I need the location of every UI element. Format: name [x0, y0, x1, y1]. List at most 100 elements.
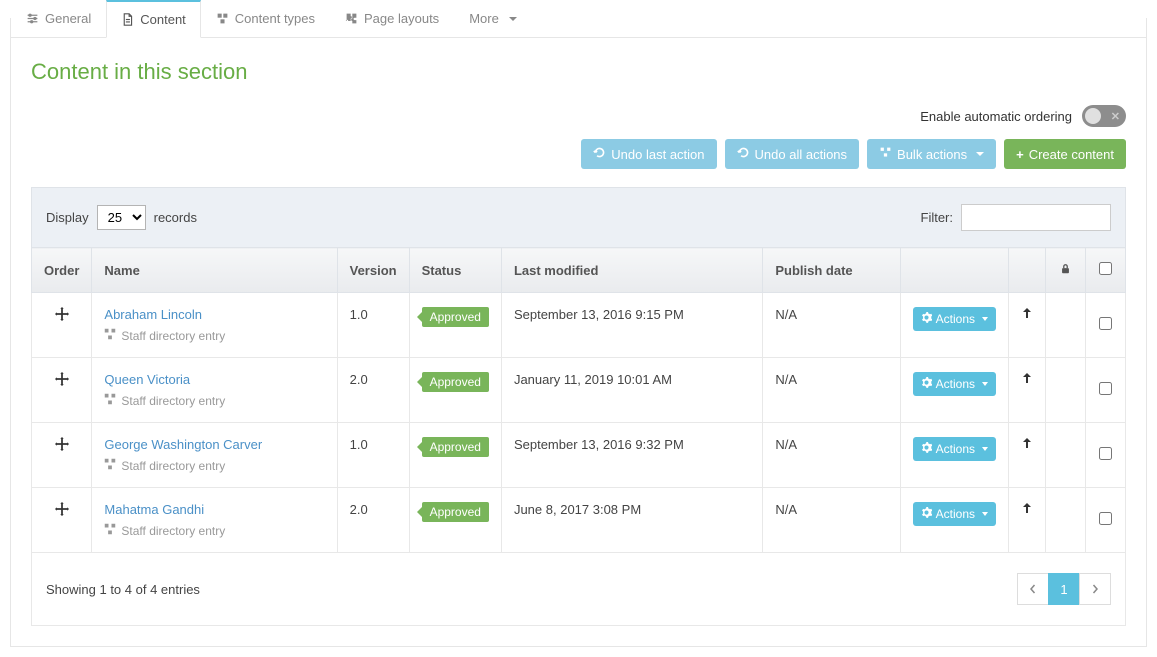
tab-content[interactable]: Content [106, 0, 201, 38]
tab-general[interactable]: General [11, 0, 106, 37]
row-version: 2.0 [337, 488, 409, 553]
plus-icon: + [1016, 147, 1024, 162]
col-actions [900, 248, 1008, 293]
col-order[interactable]: Order [32, 248, 92, 293]
col-name[interactable]: Name [92, 248, 337, 293]
row-publish: N/A [763, 488, 900, 553]
tabs-bar: General Content Content types Page layou… [11, 0, 1146, 38]
pagination: 1 [1018, 573, 1111, 605]
page-prev[interactable] [1017, 573, 1049, 605]
gear-icon [921, 312, 932, 326]
select-all-checkbox[interactable] [1099, 262, 1112, 275]
move-up-button[interactable] [1021, 372, 1033, 387]
page-1[interactable]: 1 [1048, 573, 1080, 605]
row-checkbox[interactable] [1099, 447, 1112, 460]
table-row: Mahatma Gandhi Staff directory entry 2.0… [32, 488, 1126, 553]
filter-bar: Display 25 records Filter: [31, 187, 1126, 247]
chevron-down-icon [982, 382, 988, 386]
display-label: Display [46, 210, 89, 225]
row-publish: N/A [763, 358, 900, 423]
row-subtype: Staff directory entry [121, 394, 225, 408]
move-up-button[interactable] [1021, 502, 1033, 517]
chevron-down-icon [509, 17, 517, 21]
col-publish-date[interactable]: Publish date [763, 248, 900, 293]
bulk-actions-button[interactable]: Bulk actions [867, 139, 996, 169]
tab-content-types[interactable]: Content types [201, 0, 330, 37]
filter-input[interactable] [961, 204, 1111, 231]
row-actions-button[interactable]: Actions [913, 437, 996, 461]
lock-icon [1060, 263, 1071, 278]
tab-page-layouts[interactable]: Page layouts [330, 0, 454, 37]
row-actions-button[interactable]: Actions [913, 307, 996, 331]
tab-label: Content types [235, 11, 315, 26]
boxes-icon [104, 393, 116, 408]
content-table: Order Name Version Status Last modified … [31, 247, 1126, 553]
row-version: 1.0 [337, 423, 409, 488]
col-lock [1046, 248, 1086, 293]
col-version[interactable]: Version [337, 248, 409, 293]
boxes-icon [104, 328, 116, 343]
move-icon[interactable] [55, 438, 69, 454]
create-content-button[interactable]: + Create content [1004, 139, 1126, 169]
row-name-link[interactable]: George Washington Carver [104, 437, 262, 452]
move-icon[interactable] [55, 308, 69, 324]
sliders-icon [26, 12, 39, 25]
cubes-icon [879, 146, 892, 162]
undo-last-button[interactable]: Undo last action [581, 139, 716, 169]
undo-icon [593, 146, 606, 162]
row-modified: January 11, 2019 10:01 AM [501, 358, 762, 423]
move-icon[interactable] [55, 373, 69, 389]
row-subtype: Staff directory entry [121, 329, 225, 343]
row-subtype: Staff directory entry [121, 459, 225, 473]
tab-label: More [469, 11, 499, 26]
chevron-down-icon [976, 152, 984, 156]
tab-label: General [45, 11, 91, 26]
col-select-all [1086, 248, 1126, 293]
move-up-button[interactable] [1021, 307, 1033, 322]
row-name-link[interactable]: Abraham Lincoln [104, 307, 202, 322]
row-modified: September 13, 2016 9:15 PM [501, 293, 762, 358]
row-name-link[interactable]: Mahatma Gandhi [104, 502, 204, 517]
col-last-modified[interactable]: Last modified [501, 248, 762, 293]
chevron-down-icon [982, 512, 988, 516]
row-version: 2.0 [337, 358, 409, 423]
auto-order-toggle[interactable]: ✕ [1082, 105, 1126, 127]
row-name-link[interactable]: Queen Victoria [104, 372, 190, 387]
table-row: George Washington Carver Staff directory… [32, 423, 1126, 488]
undo-all-button[interactable]: Undo all actions [725, 139, 860, 169]
status-badge: Approved [422, 437, 489, 457]
chevron-down-icon [982, 447, 988, 451]
cubes-icon [216, 12, 229, 25]
close-icon: ✕ [1111, 110, 1120, 123]
row-modified: June 8, 2017 3:08 PM [501, 488, 762, 553]
records-label: records [154, 210, 197, 225]
row-checkbox[interactable] [1099, 382, 1112, 395]
move-up-button[interactable] [1021, 437, 1033, 452]
col-arrow [1009, 248, 1046, 293]
gear-icon [921, 507, 932, 521]
boxes-icon [104, 523, 116, 538]
row-checkbox[interactable] [1099, 317, 1112, 330]
row-publish: N/A [763, 293, 900, 358]
tab-more[interactable]: More [454, 0, 532, 37]
table-row: Queen Victoria Staff directory entry 2.0… [32, 358, 1126, 423]
row-version: 1.0 [337, 293, 409, 358]
row-actions-button[interactable]: Actions [913, 372, 996, 396]
boxes-icon [104, 458, 116, 473]
auto-order-label: Enable automatic ordering [920, 109, 1072, 124]
page-title: Content in this section [31, 59, 1126, 85]
move-icon[interactable] [55, 503, 69, 519]
gear-icon [921, 442, 932, 456]
page-next[interactable] [1079, 573, 1111, 605]
chevron-down-icon [982, 317, 988, 321]
puzzle-icon [345, 12, 358, 25]
row-checkbox[interactable] [1099, 512, 1112, 525]
row-actions-button[interactable]: Actions [913, 502, 996, 526]
table-row: Abraham Lincoln Staff directory entry 1.… [32, 293, 1126, 358]
toggle-knob [1085, 108, 1101, 124]
filter-label: Filter: [921, 210, 954, 225]
gear-icon [921, 377, 932, 391]
showing-text: Showing 1 to 4 of 4 entries [46, 582, 200, 597]
records-select[interactable]: 25 [97, 205, 146, 230]
col-status[interactable]: Status [409, 248, 501, 293]
